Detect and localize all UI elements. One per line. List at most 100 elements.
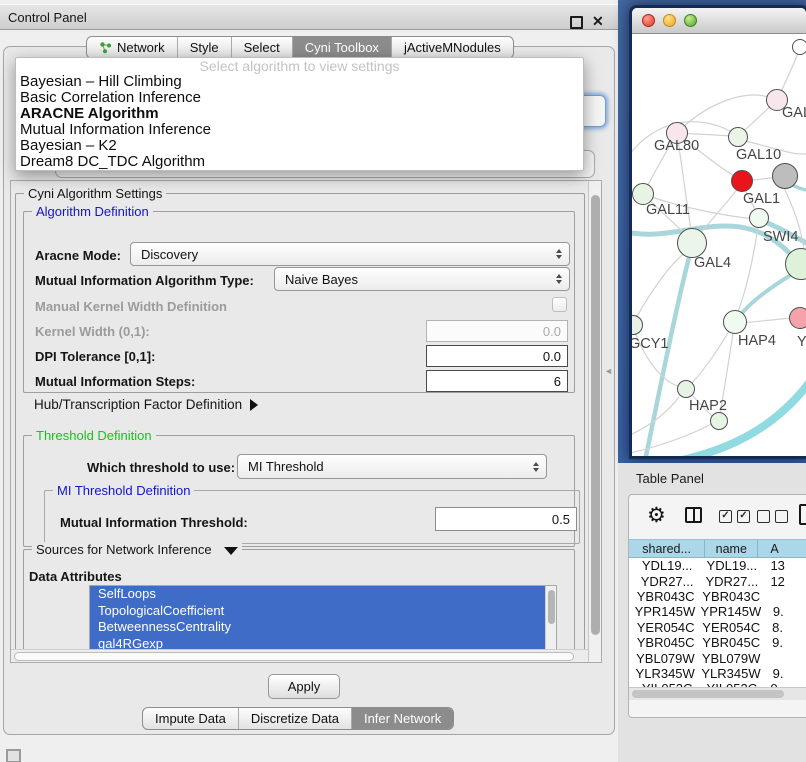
table-cell: YER054C bbox=[629, 620, 702, 635]
table-row[interactable]: YBR045CYBR045C9. bbox=[629, 635, 806, 650]
kernel-width-value: 0.0 bbox=[543, 324, 561, 339]
minimize-traffic-light[interactable] bbox=[663, 14, 676, 27]
columns-icon[interactable] bbox=[685, 507, 702, 523]
attributes-vertical-scrollbar[interactable] bbox=[545, 586, 556, 650]
dropdown-item-dream8[interactable]: Dream8 DC_TDC Algorithm bbox=[16, 154, 583, 170]
hub-definition-expander[interactable]: Hub/Transcription Factor Definition bbox=[34, 397, 258, 412]
tab-style[interactable]: Style bbox=[178, 37, 232, 58]
node-bottom[interactable] bbox=[710, 412, 728, 430]
tab-select-label: Select bbox=[244, 40, 280, 55]
hub-definition-label: Hub/Transcription Factor Definition bbox=[34, 397, 242, 412]
algorithm-dropdown: Select algorithm to view settings Bayesi… bbox=[15, 57, 584, 171]
table-row[interactable]: YBL079WYBL079W bbox=[629, 650, 806, 665]
show-selected-checkboxes-icon[interactable]: ✓ ✓ bbox=[719, 510, 750, 523]
table-cell: YDR27... bbox=[705, 573, 758, 588]
node-gal1-label: GAL1 bbox=[743, 191, 780, 207]
gear-icon[interactable]: ⚙ bbox=[647, 503, 666, 528]
table-row[interactable]: YDR27...YDR27...12 bbox=[629, 573, 806, 588]
mi-threshold-field[interactable]: 0.5 bbox=[435, 507, 577, 531]
collapse-down-icon[interactable] bbox=[224, 547, 238, 555]
table-row[interactable]: YDL19...YDL19...13 bbox=[629, 558, 806, 573]
list-item-topologicalcoefficient[interactable]: TopologicalCoefficient bbox=[90, 603, 545, 620]
dpi-tolerance-field[interactable]: 0.0 bbox=[426, 345, 568, 367]
data-attributes-list: SelfLoops TopologicalCoefficient Between… bbox=[89, 585, 557, 651]
tab-jactivemnodules[interactable]: jActiveMNodules bbox=[392, 37, 513, 58]
table-cell: YER054C bbox=[702, 620, 760, 635]
tab-impute-data[interactable]: Impute Data bbox=[143, 708, 239, 729]
aracne-mode-combo[interactable]: Discovery bbox=[130, 242, 570, 266]
table-row[interactable]: YPR145WYPR145W9. bbox=[629, 604, 806, 619]
node-salmon[interactable] bbox=[789, 307, 806, 329]
node-top[interactable] bbox=[792, 39, 806, 55]
table-cell: YPR145W bbox=[701, 604, 761, 619]
column-header-partial[interactable]: A bbox=[758, 540, 806, 557]
dropdown-item-bayesian-hill-climbing[interactable]: Bayesian – Hill Climbing bbox=[16, 74, 583, 90]
float-window-icon[interactable] bbox=[570, 16, 583, 29]
table-row[interactable]: YBR043CYBR043C bbox=[629, 589, 806, 604]
mi-threshold-group: MI Threshold Definition Mutual Informati… bbox=[44, 490, 580, 544]
checked-box-icon: ✓ bbox=[737, 510, 750, 523]
tab-cyni-toolbox[interactable]: Cyni Toolbox bbox=[293, 37, 392, 58]
node-hap4-label: HAP4 bbox=[738, 333, 776, 349]
threshold-definition-group: Threshold Definition Which threshold to … bbox=[23, 435, 575, 547]
node-gal4-label: GAL4 bbox=[694, 255, 731, 271]
hide-selected-checkboxes-icon[interactable] bbox=[757, 510, 788, 523]
node-gal4[interactable] bbox=[677, 228, 707, 258]
dropdown-item-mutual-information[interactable]: Mutual Information Inference bbox=[16, 122, 583, 138]
table-cell: 12 bbox=[758, 573, 806, 588]
close-icon[interactable]: ✕ bbox=[592, 13, 604, 30]
settings-vertical-scrollbar[interactable] bbox=[588, 181, 601, 662]
apply-button[interactable]: Apply bbox=[268, 674, 340, 699]
node-hap4[interactable] bbox=[723, 310, 747, 334]
table-cell: YLR345W bbox=[629, 666, 701, 681]
table-row[interactable]: YLR345WYLR345W9. bbox=[629, 666, 806, 681]
stepper-arrows-icon bbox=[556, 274, 562, 284]
dropdown-item-bayesian-k2[interactable]: Bayesian – K2 bbox=[16, 138, 583, 154]
new-table-icon[interactable] bbox=[799, 504, 806, 525]
node-gray[interactable] bbox=[772, 163, 798, 189]
cyni-settings-scrollpane: Cyni Algorithm Settings Algorithm Defini… bbox=[10, 180, 602, 663]
node-gal80-label: GAL80 bbox=[654, 138, 699, 154]
which-threshold-combo[interactable]: MI Threshold bbox=[237, 454, 547, 479]
mi-steps-field[interactable]: 6 bbox=[426, 370, 568, 392]
column-header-name[interactable]: name bbox=[705, 540, 758, 557]
cyni-bottom-tabbar: Impute Data Discretize Data Infer Networ… bbox=[142, 707, 454, 730]
node-swi4-small[interactable] bbox=[749, 208, 769, 228]
splitter-handle-icon[interactable]: ◄ bbox=[604, 366, 613, 376]
kernel-width-field[interactable]: 0.0 bbox=[426, 320, 568, 342]
node-gal1[interactable] bbox=[731, 170, 753, 192]
table-row[interactable]: YER054CYER054C8. bbox=[629, 620, 806, 635]
tab-network[interactable]: Network bbox=[87, 37, 178, 58]
table-cell: YBR043C bbox=[702, 589, 760, 604]
node-gal10[interactable] bbox=[728, 127, 748, 147]
tab-infer-network[interactable]: Infer Network bbox=[352, 708, 453, 729]
node-gal11-label: GAL11 bbox=[646, 202, 690, 218]
dropdown-item-basic-correlation[interactable]: Basic Correlation Inference bbox=[16, 90, 583, 106]
table-horizontal-scrollbar[interactable] bbox=[629, 687, 806, 700]
tab-discretize-data[interactable]: Discretize Data bbox=[239, 708, 352, 729]
dropdown-item-aracne[interactable]: ARACNE Algorithm bbox=[16, 106, 583, 122]
dock-panel-icon[interactable] bbox=[6, 749, 21, 762]
mi-steps-label: Mutual Information Steps: bbox=[35, 374, 195, 389]
mi-algorithm-type-combo[interactable]: Naive Bayes bbox=[274, 267, 570, 291]
list-item-selfloops[interactable]: SelfLoops bbox=[90, 586, 545, 603]
network-canvas[interactable]: GALGAL80GAL10GAL1GAL11SWI4GAL4GCY1HAP4YH… bbox=[632, 34, 806, 456]
checked-box-icon: ✓ bbox=[719, 510, 732, 523]
zoom-traffic-light[interactable] bbox=[684, 14, 697, 27]
tab-select[interactable]: Select bbox=[232, 37, 293, 58]
column-header-sharedname[interactable]: shared... bbox=[629, 540, 705, 557]
network-window-titlebar[interactable] bbox=[632, 8, 806, 34]
network-view-window: GALGAL80GAL10GAL1GAL11SWI4GAL4GCY1HAP4YH… bbox=[632, 8, 806, 456]
unchecked-box-icon bbox=[757, 510, 770, 523]
mi-algorithm-type-value: Naive Bayes bbox=[285, 272, 358, 287]
sources-group-title: Sources for Network Inference bbox=[32, 542, 242, 557]
table-cell: 8. bbox=[760, 620, 806, 635]
aracne-mode-value: Discovery bbox=[141, 247, 198, 262]
close-traffic-light[interactable] bbox=[642, 14, 655, 27]
aracne-mode-label: Aracne Mode: bbox=[35, 248, 121, 263]
mi-threshold-value: 0.5 bbox=[552, 512, 570, 527]
settings-horizontal-scrollbar[interactable] bbox=[11, 649, 590, 662]
list-item-betweennesscentrality[interactable]: BetweennessCentrality bbox=[90, 619, 545, 636]
node-hap2[interactable] bbox=[677, 380, 695, 398]
manual-kernel-width-checkbox[interactable] bbox=[552, 297, 567, 312]
